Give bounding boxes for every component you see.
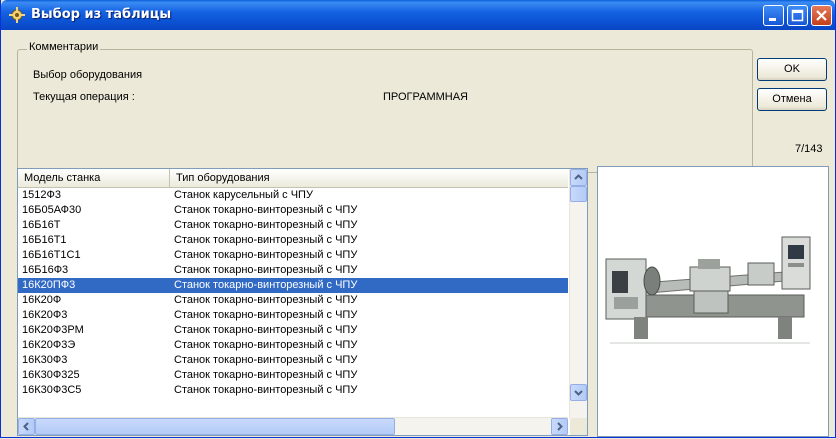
equipment-table[interactable]: Модель станка Тип оборудования 1512Ф3 Ста…: [17, 168, 588, 436]
table-row[interactable]: 16К30Ф325 Станок токарно-винторезный с ЧП…: [18, 368, 568, 383]
cell-type: Станок токарно-винторезный с ЧПУ: [174, 324, 358, 336]
close-icon: [816, 10, 827, 21]
cell-model: 1512Ф3: [22, 189, 61, 201]
operation-value: ПРОГРАММНАЯ: [383, 91, 469, 103]
table-rows: 1512Ф3 Станок карусельный с ЧПУ 16Б05АФ30 С…: [18, 188, 568, 416]
cell-model: 16К20Ф: [22, 294, 62, 306]
table-row[interactable]: 16Б16Т1 Станок токарно-винторезный с ЧПУ: [18, 233, 568, 248]
horizontal-scroll-thumb[interactable]: [35, 418, 395, 435]
table-row[interactable]: 16К20Ф3 Станок токарно-винторезный с ЧПУ: [18, 308, 568, 323]
cell-type: Станок токарно-винторезный с ЧПУ: [174, 339, 358, 351]
cell-model: 16К20Ф3: [22, 309, 68, 321]
table-row[interactable]: 16К20Ф3РМ Станок токарно-винторезный с ЧП…: [18, 323, 568, 338]
table-header: Модель станка Тип оборудования: [18, 169, 568, 188]
chevron-left-icon: [23, 422, 29, 431]
table-row[interactable]: 16К20ПФ3 Станок токарно-винторезный с ЧПУ: [18, 278, 568, 293]
record-counter: 7/143: [795, 143, 823, 155]
minimize-button[interactable]: [763, 5, 784, 26]
cell-type: Станок карусельный с ЧПУ: [174, 189, 313, 201]
table-row[interactable]: 16К20Ф3Э Станок токарно-винторезный с ЧПУ: [18, 338, 568, 353]
cell-type: Станок токарно-винторезный с ЧПУ: [174, 354, 358, 366]
cell-model: 16Б16Т1С1: [22, 249, 81, 261]
vertical-scrollbar[interactable]: [569, 169, 587, 418]
scroll-left-button[interactable]: [18, 418, 35, 435]
equipment-image-panel: [597, 166, 829, 437]
cell-type: Станок токарно-винторезный с ЧПУ: [174, 204, 358, 216]
cell-model: 16К30Ф3: [22, 354, 68, 366]
scroll-down-button[interactable]: [570, 384, 587, 401]
title-bar[interactable]: Выбор из таблицы: [1, 0, 835, 30]
table-row[interactable]: 16К30Ф3 Станок токарно-винторезный с ЧПУ: [18, 353, 568, 368]
cell-model: 16Б16Ф3: [22, 264, 69, 276]
operation-label: Текущая операция :: [33, 91, 135, 103]
maximize-icon: [791, 9, 804, 22]
close-button[interactable]: [811, 5, 832, 26]
maximize-button[interactable]: [787, 5, 808, 26]
cell-model: 16Б16Т: [22, 219, 61, 231]
scroll-right-button[interactable]: [551, 418, 568, 435]
cell-model: 16Б16Т1: [22, 234, 67, 246]
table-row[interactable]: 16Б16Ф3 Станок токарно-винторезный с ЧПУ: [18, 263, 568, 278]
cell-model: 16К20Ф3Э: [22, 339, 76, 351]
lathe-machine-image: [598, 167, 828, 436]
ok-button[interactable]: OK: [757, 58, 827, 81]
chevron-right-icon: [557, 422, 563, 431]
cell-type: Станок токарно-винторезный с ЧПУ: [174, 264, 358, 276]
table-row[interactable]: 16К30Ф3С5 Станок токарно-винторезный с ЧП…: [18, 383, 568, 398]
chevron-down-icon: [574, 390, 583, 396]
scrollbar-corner: [570, 418, 587, 435]
window-title: Выбор из таблицы: [31, 7, 172, 22]
table-row[interactable]: 16Б16Т Станок токарно-винторезный с ЧПУ: [18, 218, 568, 233]
cell-model: 16К30Ф325: [22, 369, 80, 381]
cell-model: 16К20Ф3РМ: [22, 324, 84, 336]
cell-type: Станок токарно-винторезный с ЧПУ: [174, 234, 358, 246]
chevron-up-icon: [574, 174, 583, 180]
scroll-up-button[interactable]: [570, 169, 587, 186]
table-row[interactable]: 1512Ф3 Станок карусельный с ЧПУ: [18, 188, 568, 203]
dialog-body: Комментарии Выбор оборудования Текущая о…: [5, 31, 831, 437]
app-icon: [9, 7, 25, 23]
comments-group-title: Комментарии: [27, 41, 101, 53]
cell-model: 16К30Ф3С5: [22, 384, 82, 396]
column-header-type[interactable]: Тип оборудования: [170, 169, 568, 187]
column-header-model[interactable]: Модель станка: [18, 169, 170, 187]
cell-type: Станок токарно-винторезный с ЧПУ: [174, 279, 358, 291]
table-row[interactable]: 16Б16Т1С1 Станок токарно-винторезный с ЧП…: [18, 248, 568, 263]
cell-model: 16Б05АФ30: [22, 204, 82, 216]
cell-type: Станок токарно-винторезный с ЧПУ: [174, 219, 358, 231]
table-row[interactable]: 16Б05АФ30 Станок токарно-винторезный с ЧП…: [18, 203, 568, 218]
cell-type: Станок токарно-винторезный с ЧПУ: [174, 249, 358, 261]
horizontal-scrollbar[interactable]: [18, 417, 568, 435]
vertical-scroll-thumb[interactable]: [570, 186, 587, 202]
cell-type: Станок токарно-винторезный с ЧПУ: [174, 294, 358, 306]
cancel-button[interactable]: Отмена: [757, 88, 827, 111]
cell-type: Станок токарно-винторезный с ЧПУ: [174, 369, 358, 381]
cell-type: Станок токарно-винторезный с ЧПУ: [174, 309, 358, 321]
comment-line: Выбор оборудования: [33, 69, 143, 81]
table-row[interactable]: 16К20Ф Станок токарно-винторезный с ЧПУ: [18, 293, 568, 308]
cell-model: 16К20ПФ3: [22, 279, 76, 291]
minimize-icon: [769, 18, 776, 21]
cell-type: Станок токарно-винторезный с ЧПУ: [174, 384, 358, 396]
dialog-window: Выбор из таблицы Комментарии Выбор обору…: [0, 0, 836, 438]
